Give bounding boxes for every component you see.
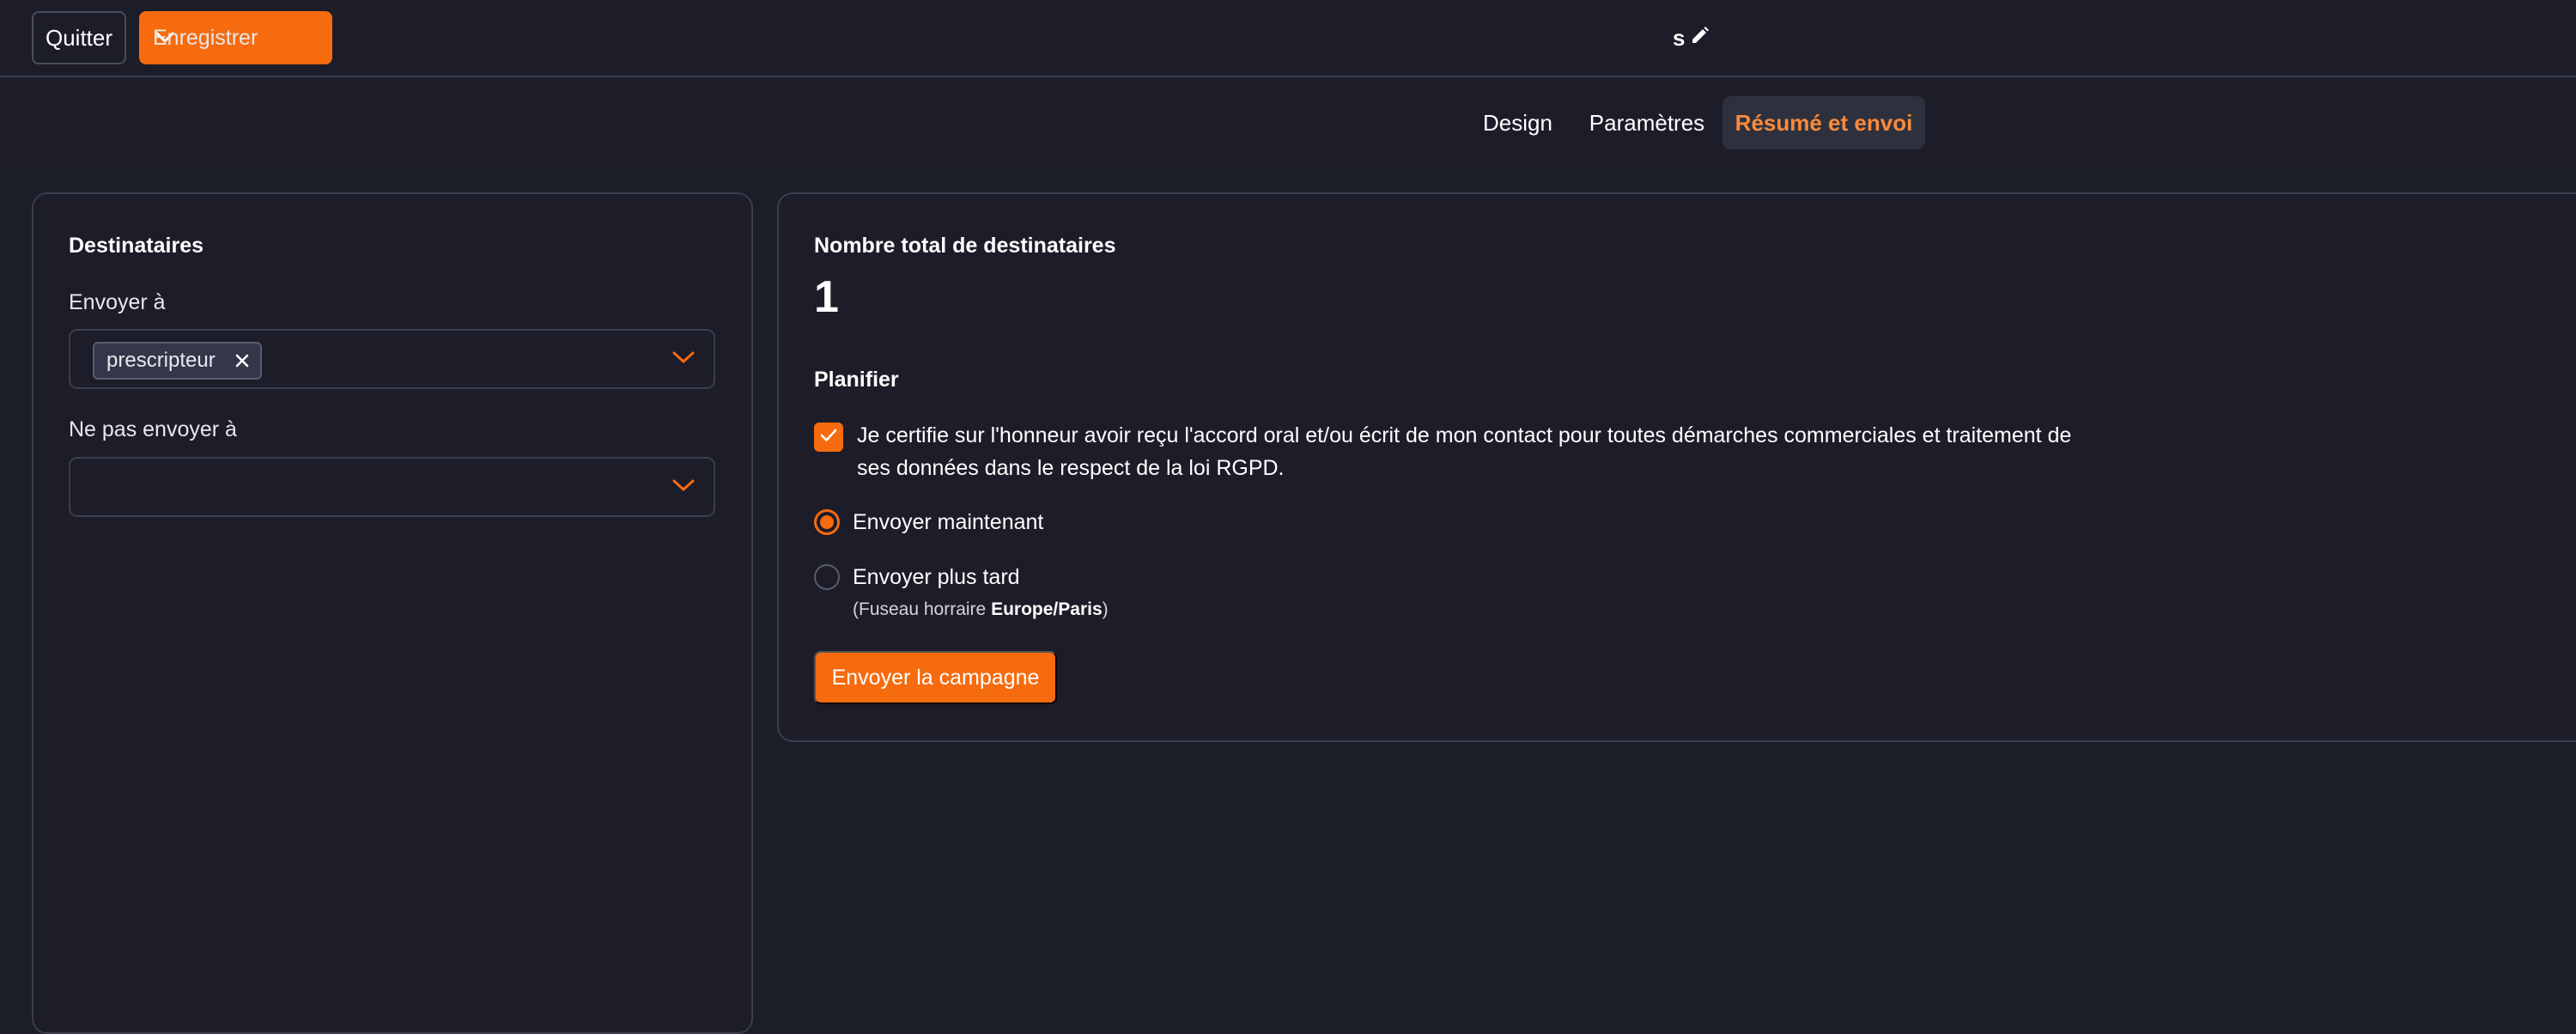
top-bar: Quitter Enregistrer s: [0, 0, 2576, 77]
exclude-label: Ne pas envoyer à: [69, 417, 237, 441]
tab-parametres[interactable]: Paramètres: [1578, 96, 1716, 149]
quit-button[interactable]: Quitter: [32, 11, 126, 64]
check-icon: [819, 428, 838, 447]
total-recipients-label: Nombre total de destinataires: [814, 234, 1116, 258]
chip-label: prescripteur: [106, 349, 216, 372]
pencil-icon[interactable]: [1690, 25, 1710, 52]
chevron-down-icon[interactable]: [672, 478, 695, 496]
send-campaign-button[interactable]: Envoyer la campagne: [814, 651, 1057, 704]
send-to-label: Envoyer à: [69, 290, 166, 314]
save-button-label[interactable]: Enregistrer: [139, 26, 258, 51]
chevron-down-icon[interactable]: [672, 350, 695, 368]
schedule-title: Planifier: [814, 368, 899, 392]
tab-resume-et-envoi[interactable]: Résumé et envoi: [1722, 96, 1925, 149]
close-icon[interactable]: [234, 353, 250, 368]
exclude-select[interactable]: [69, 457, 715, 517]
timezone-value: Europe/Paris: [991, 599, 1103, 619]
consent-checkbox[interactable]: [814, 423, 843, 452]
tab-design[interactable]: Design: [1468, 96, 1567, 149]
send-now-label[interactable]: Envoyer maintenant: [853, 510, 1043, 535]
save-split-button[interactable]: Enregistrer: [139, 11, 332, 64]
send-later-label[interactable]: Envoyer plus tard: [853, 565, 1020, 590]
recipients-card: Destinataires Envoyer à prescripteur Ne …: [32, 192, 753, 1034]
send-now-radio[interactable]: [814, 509, 840, 535]
total-recipients-value: 1: [814, 272, 839, 322]
tabs-bar: Design Paramètres Résumé et envoi: [0, 79, 2576, 167]
consent-text: Je certifie sur l'honneur avoir reçu l'a…: [857, 423, 2072, 480]
content-area: Destinataires Envoyer à prescripteur Ne …: [0, 167, 2576, 1034]
campaign-title[interactable]: s: [1673, 22, 1710, 53]
timezone-note: (Fuseau horraire Europe/Paris): [853, 599, 1109, 619]
recipients-title: Destinataires: [69, 234, 204, 258]
send-later-radio[interactable]: [814, 564, 840, 590]
campaign-title-text: s: [1673, 24, 1686, 51]
summary-card: Nombre total de destinataires 1 Planifie…: [777, 192, 2576, 742]
recipient-chip: prescripteur: [93, 342, 262, 380]
send-to-select[interactable]: prescripteur: [69, 329, 715, 389]
